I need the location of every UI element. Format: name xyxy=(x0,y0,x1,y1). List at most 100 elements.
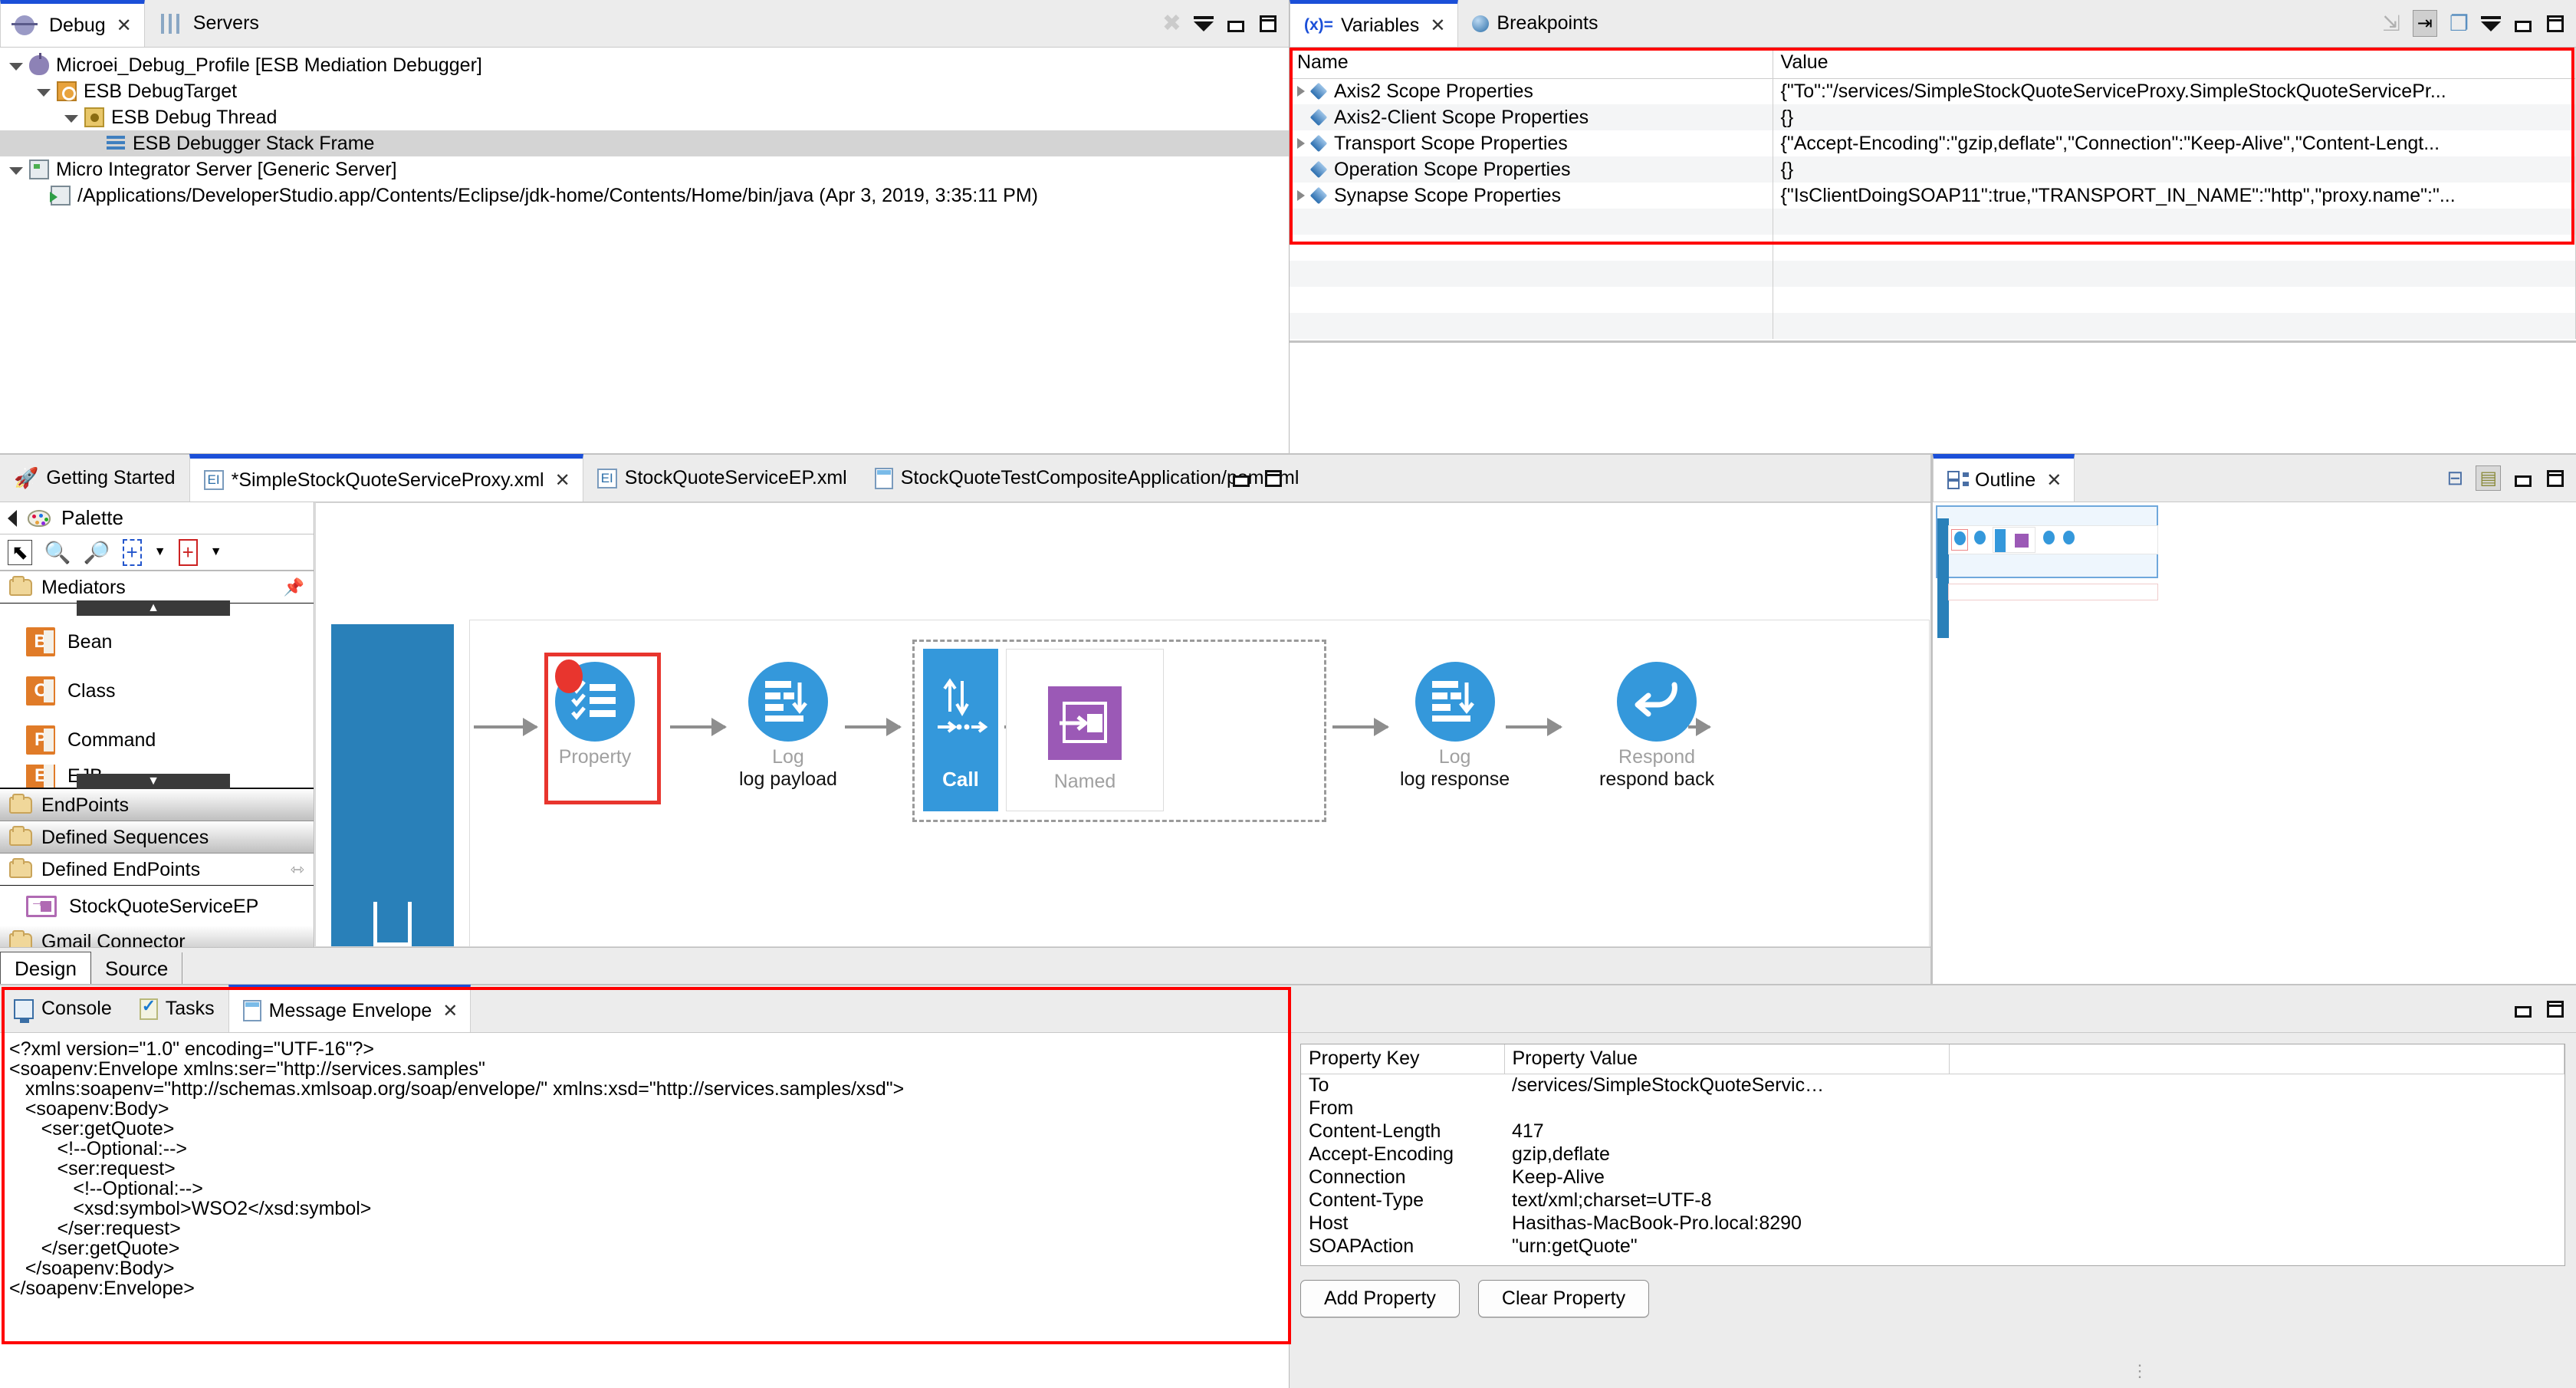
close-icon[interactable]: ✕ xyxy=(1430,15,1445,37)
tree-row[interactable]: Microei_Debug_Profile [ESB Mediation Deb… xyxy=(0,52,1289,78)
tab-breakpoints[interactable]: Breakpoints xyxy=(1458,0,1612,47)
table-row[interactable]: Synapse Scope Properties {"IsClientDoing… xyxy=(1290,183,2576,209)
maximize-icon[interactable] xyxy=(2545,999,2565,1019)
clear-property-button[interactable]: Clear Property xyxy=(1477,1280,1650,1317)
tab-design[interactable]: Design xyxy=(0,952,91,985)
minimize-icon[interactable] xyxy=(2513,999,2533,1019)
column-header-property-value[interactable]: Property Value xyxy=(1504,1044,1950,1074)
palette-item-stockquoteserviceep[interactable]: StockQuoteServiceEP xyxy=(0,886,314,927)
node-log-response[interactable]: Log log response xyxy=(1400,662,1510,791)
tree-row[interactable]: ESB DebugTarget xyxy=(0,78,1289,104)
table-row-empty[interactable] xyxy=(1290,209,2576,235)
tree-row[interactable]: /Applications/DeveloperStudio.app/Conten… xyxy=(0,183,1289,209)
tab-message-envelope[interactable]: Message Envelope ✕ xyxy=(228,985,472,1032)
palette-item-class[interactable]: C Class xyxy=(0,666,314,715)
table-row[interactable]: Transport Scope Properties {"Accept-Enco… xyxy=(1290,130,2576,156)
tree-row[interactable]: Micro Integrator Server [Generic Server] xyxy=(0,156,1289,183)
diagram-canvas[interactable]: Property Log log payload Call Named Log … xyxy=(315,502,1932,947)
table-row[interactable]: Content-Type text/xml;charset=UTF-8 xyxy=(1301,1189,2564,1212)
message-envelope-pane[interactable]: <?xml version="1.0" encoding="UTF-16"?> … xyxy=(0,1033,1290,1388)
marquee-dropdown-icon[interactable]: ▼ xyxy=(154,545,166,559)
table-row[interactable]: To /services/SimpleStockQuoteServic… xyxy=(1301,1074,2564,1097)
palette-item-command[interactable]: P Command xyxy=(0,715,314,765)
tab-variables[interactable]: (x)= Variables ✕ xyxy=(1290,0,1459,47)
disconnect-icon[interactable]: ✖ xyxy=(1162,10,1181,37)
thumbnail-view-icon[interactable]: ▤ xyxy=(2476,465,2501,491)
table-row[interactable]: SOAPAction "urn:getQuote" xyxy=(1301,1235,2564,1258)
table-row-empty[interactable] xyxy=(1290,287,2576,313)
tab-simplestockquoteserviceproxy[interactable]: EI *SimpleStockQuoteServiceProxy.xml ✕ xyxy=(189,454,583,502)
pin-icon[interactable]: 📌 xyxy=(284,577,304,597)
create-connection-dropdown-icon[interactable]: ▼ xyxy=(210,545,222,559)
view-menu-icon[interactable] xyxy=(2481,16,2501,31)
table-row[interactable]: From xyxy=(1301,1097,2564,1120)
create-connection-icon[interactable]: + xyxy=(178,538,198,566)
tab-stockquoteserviceep[interactable]: EI StockQuoteServiceEP.xml xyxy=(583,455,861,502)
tab-servers[interactable]: Servers xyxy=(145,0,273,47)
minimize-icon[interactable] xyxy=(1226,14,1246,34)
add-property-button[interactable]: Add Property xyxy=(1300,1280,1460,1317)
minimize-icon[interactable] xyxy=(2513,14,2533,34)
tree-row-stack-frame[interactable]: ESB Debugger Stack Frame xyxy=(0,130,1289,156)
palette-scroll-up-button[interactable]: ▲ xyxy=(77,600,230,616)
table-row-empty[interactable] xyxy=(1290,261,2576,287)
inbound-sequence-bar[interactable] xyxy=(331,624,454,946)
palette-scroll-down-button[interactable]: ▼ xyxy=(77,774,230,789)
column-header-value[interactable]: Value xyxy=(1773,48,2576,79)
palette-section-defined-endpoints[interactable]: Defined EndPoints ⇿ xyxy=(0,854,314,886)
resize-handle[interactable]: ⋮ xyxy=(2131,1361,2150,1381)
tree-view-icon[interactable]: ⊟ xyxy=(2447,466,2464,490)
tab-outline[interactable]: Outline ✕ xyxy=(1933,454,2075,502)
node-named-endpoint[interactable]: Named xyxy=(1006,649,1164,811)
node-log-payload[interactable]: Log log payload xyxy=(739,662,837,791)
table-row[interactable]: Host Hasithas-MacBook-Pro.local:8290 xyxy=(1301,1212,2564,1235)
close-icon[interactable]: ✕ xyxy=(442,1000,458,1022)
marquee-icon[interactable]: + xyxy=(122,538,142,566)
tree-row[interactable]: ESB Debug Thread xyxy=(0,104,1289,130)
table-row-empty[interactable] xyxy=(1290,235,2576,261)
zoom-out-icon[interactable]: 🔎 xyxy=(84,540,110,565)
palette-section-mediators[interactable]: Mediators 📌 xyxy=(0,571,314,604)
respond-mediator-circle[interactable] xyxy=(1617,662,1697,742)
view-menu-icon[interactable] xyxy=(1194,16,1214,31)
back-arrow-icon[interactable] xyxy=(8,509,17,527)
log-mediator-circle[interactable] xyxy=(1414,662,1495,742)
palette-item-bean[interactable]: B Bean xyxy=(0,617,314,666)
minimize-icon[interactable] xyxy=(1231,469,1251,488)
node-call-mediator[interactable]: Call xyxy=(923,649,998,811)
table-row[interactable]: Content-Length 417 xyxy=(1301,1120,2564,1143)
show-logical-structure-icon[interactable]: ⇥ xyxy=(2412,10,2437,37)
close-icon[interactable]: ✕ xyxy=(555,469,570,492)
table-row[interactable]: Axis2-Client Scope Properties {} xyxy=(1290,104,2576,130)
tab-debug[interactable]: Debug ✕ xyxy=(0,0,145,47)
tab-source[interactable]: Source xyxy=(90,952,183,985)
table-row[interactable]: Connection Keep-Alive xyxy=(1301,1166,2564,1189)
close-icon[interactable]: ✕ xyxy=(117,15,132,37)
column-header-property-key[interactable]: Property Key xyxy=(1301,1044,1505,1074)
palette-section-defined-sequences[interactable]: Defined Sequences xyxy=(0,821,314,854)
layout-icon[interactable]: ❐ xyxy=(2450,11,2469,36)
detail-pane-divider[interactable] xyxy=(1290,340,2576,343)
maximize-icon[interactable] xyxy=(1263,469,1283,488)
close-icon[interactable]: ✕ xyxy=(2046,469,2062,492)
maximize-icon[interactable] xyxy=(2545,469,2565,488)
collapse-all-icon[interactable]: ⇲ xyxy=(2382,11,2400,36)
maximize-icon[interactable] xyxy=(2545,14,2565,34)
table-row[interactable]: Accept-Encoding gzip,deflate xyxy=(1301,1143,2564,1166)
tab-console[interactable]: Console xyxy=(0,985,126,1032)
table-row-empty[interactable] xyxy=(1290,313,2576,339)
tab-tasks[interactable]: Tasks xyxy=(126,985,228,1032)
table-row[interactable]: Operation Scope Properties {} xyxy=(1290,156,2576,183)
table-row[interactable]: Axis2 Scope Properties {"To":"/services/… xyxy=(1290,78,2576,104)
zoom-in-icon[interactable]: 🔍 xyxy=(44,540,71,565)
maximize-icon[interactable] xyxy=(1258,14,1278,34)
envelope-xml-text[interactable]: <?xml version="1.0" encoding="UTF-16"?> … xyxy=(0,1033,1289,1298)
minimize-icon[interactable] xyxy=(2513,469,2533,488)
log-mediator-circle[interactable] xyxy=(748,662,828,742)
select-tool-icon[interactable]: ⬉ xyxy=(8,539,32,565)
column-header-name[interactable]: Name xyxy=(1290,48,1773,79)
vertical-sash-outline[interactable] xyxy=(1930,455,1933,985)
tab-getting-started[interactable]: 🚀 Getting Started xyxy=(0,455,189,502)
outline-thumbnail[interactable] xyxy=(1936,505,2166,638)
palette-section-endpoints[interactable]: EndPoints xyxy=(0,789,314,821)
